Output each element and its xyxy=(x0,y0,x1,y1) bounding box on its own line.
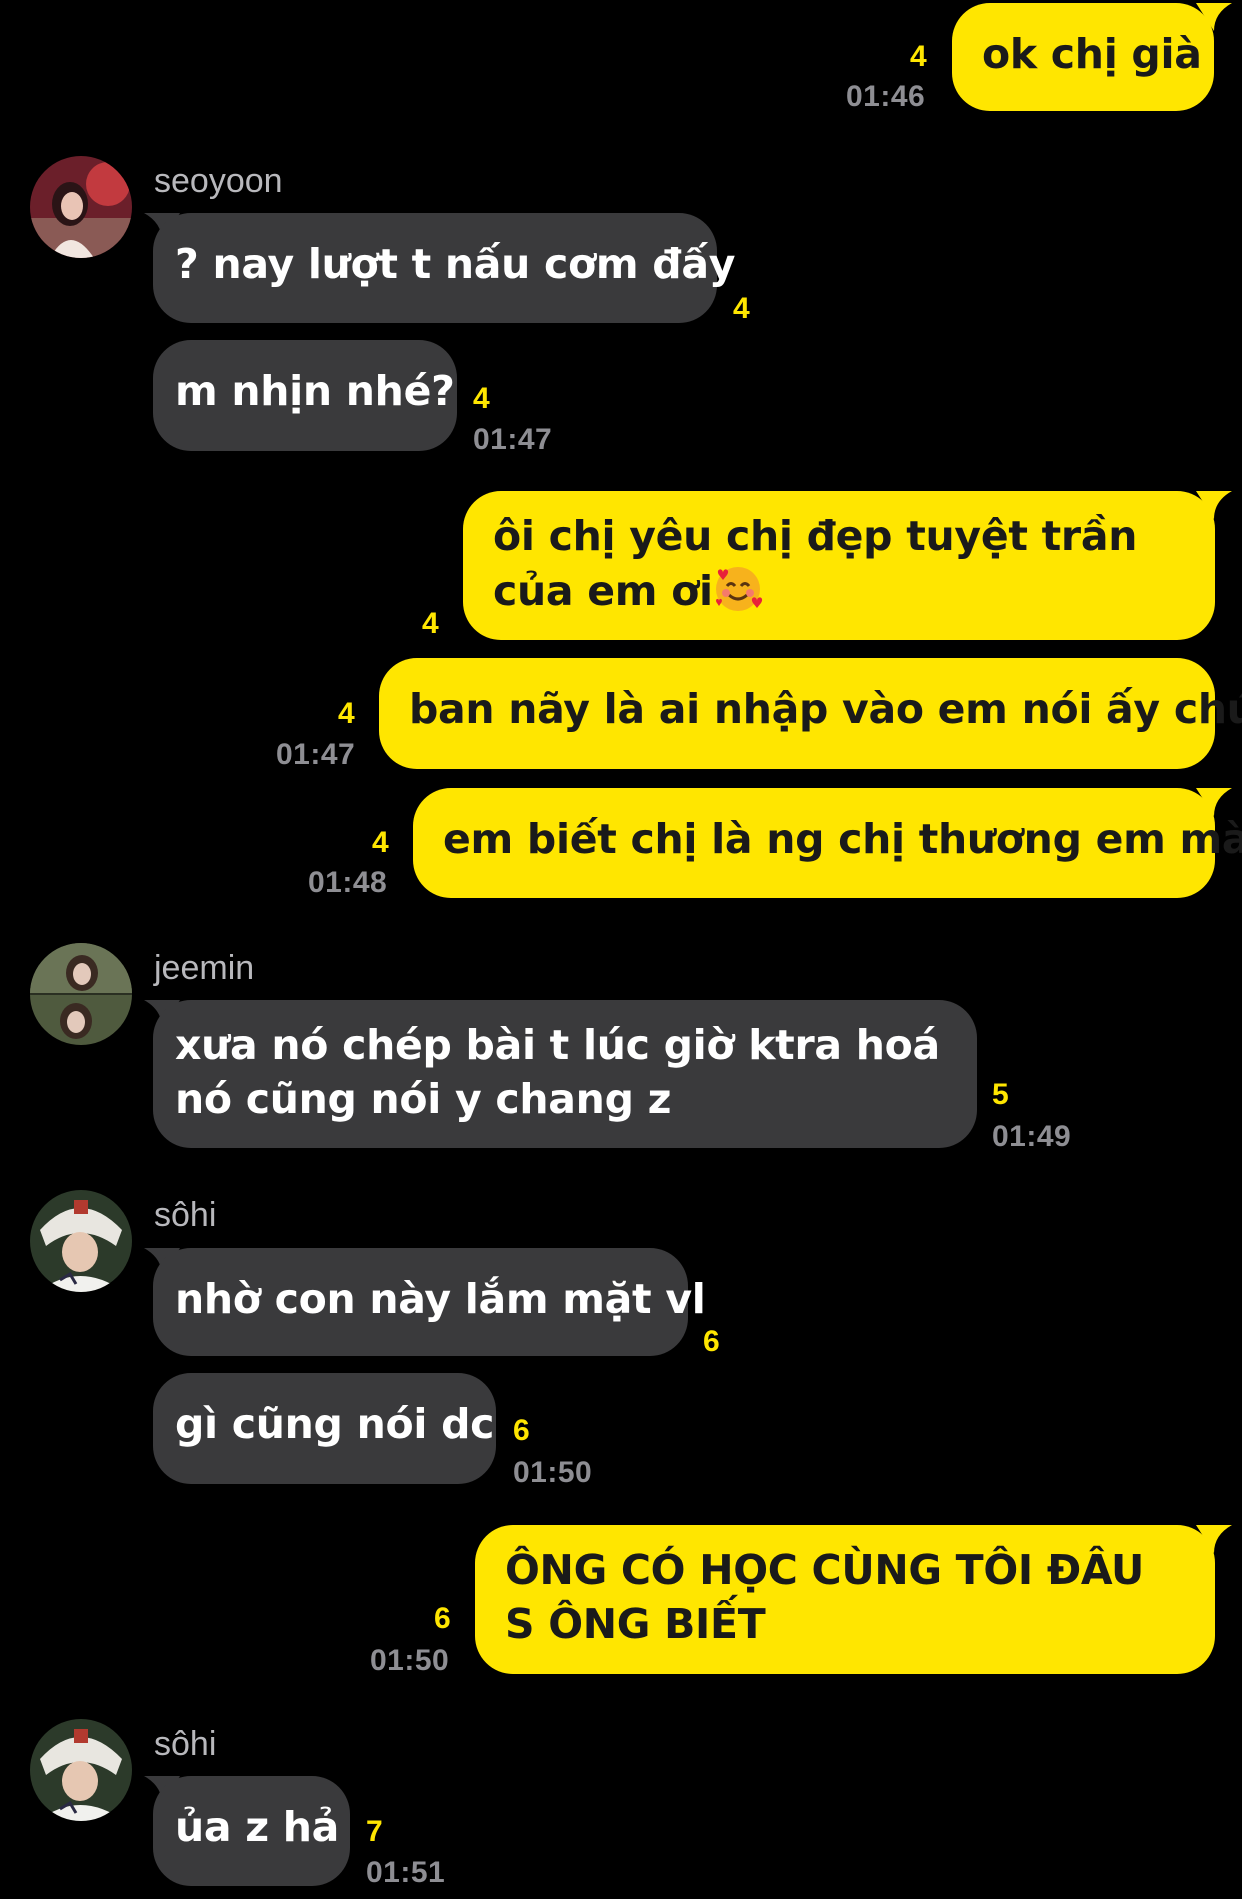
message-bubble-incoming[interactable]: ? nay lượt t nấu cơm đấy xyxy=(153,213,736,323)
unread-count: 6 xyxy=(434,1602,451,1635)
bubble-tail xyxy=(1196,491,1232,519)
unread-count: 4 xyxy=(910,40,927,73)
message-bubble-incoming[interactable]: nhờ con này lắm mặt vl xyxy=(153,1248,706,1356)
unread-count: 4 xyxy=(473,382,490,415)
message-timestamp: 01:47 xyxy=(276,738,356,771)
message-text: ok chị già xyxy=(982,30,1202,78)
message-bubble-outgoing[interactable]: ÔNG CÓ HỌC CÙNG TÔI ĐÂU S ÔNG BIẾT xyxy=(475,1525,1215,1674)
message-bubble-outgoing[interactable]: ôi chị yêu chị đẹp tuyệt trần của em ơi xyxy=(463,491,1215,640)
message-text: m nhịn nhé? xyxy=(175,367,455,415)
message-text: ? nay lượt t nấu cơm đấy xyxy=(175,240,736,288)
avatar-sohi[interactable] xyxy=(30,1719,132,1821)
message-text: gì cũng nói dc xyxy=(175,1400,495,1448)
message-text: em biết chị là ng chị thương em mà xyxy=(443,815,1242,863)
bubble-tail xyxy=(1196,1525,1232,1553)
message-bubble-incoming[interactable]: xưa nó chép bài t lúc giờ ktra hoá nó cũ… xyxy=(153,1000,977,1148)
message-timestamp: 01:49 xyxy=(992,1120,1072,1153)
avatar-jeemin[interactable] xyxy=(30,943,132,1045)
message-bubble-incoming[interactable]: ủa z hả xyxy=(153,1776,350,1886)
unread-count: 7 xyxy=(366,1815,383,1848)
message-timestamp: 01:50 xyxy=(370,1644,450,1677)
message-timestamp: 01:47 xyxy=(473,423,553,456)
smiling-face-with-hearts-icon xyxy=(715,567,762,611)
unread-count: 4 xyxy=(422,607,439,640)
message-timestamp: 01:48 xyxy=(308,866,388,899)
sender-name: jeemin xyxy=(154,949,255,987)
message-bubble-incoming[interactable]: m nhịn nhé? xyxy=(153,340,457,451)
unread-count: 4 xyxy=(372,826,389,859)
message-bubble-incoming[interactable]: gì cũng nói dc xyxy=(153,1373,496,1484)
message-bubble-outgoing[interactable]: ok chị già xyxy=(952,3,1214,111)
chat-thread[interactable]: ok chị già 4 01:46 seoyoon ? nay lượt t … xyxy=(0,0,1242,1899)
avatar-seoyoon[interactable] xyxy=(30,156,132,258)
unread-count: 5 xyxy=(992,1078,1009,1111)
avatar-sohi[interactable] xyxy=(30,1190,132,1292)
message-timestamp: 01:46 xyxy=(846,80,926,113)
bubble-tail xyxy=(1196,788,1232,816)
message-text: ủa z hả xyxy=(175,1803,340,1851)
message-text: ban nãy là ai nhập vào em nói ấy chứ xyxy=(409,685,1242,733)
bubble-tail xyxy=(1196,3,1232,31)
sender-name: seoyoon xyxy=(154,162,283,200)
message-text: xưa nó chép bài t lúc giờ ktra hoá nó cũ… xyxy=(175,1021,940,1123)
unread-count: 4 xyxy=(338,697,355,730)
sender-name: sôhi xyxy=(154,1725,217,1763)
sender-name: sôhi xyxy=(154,1196,217,1234)
message-text: ÔNG CÓ HỌC CÙNG TÔI ĐÂU S ÔNG BIẾT xyxy=(505,1546,1145,1648)
message-bubble-outgoing[interactable]: em biết chị là ng chị thương em mà xyxy=(413,788,1242,898)
unread-count: 6 xyxy=(703,1325,720,1358)
unread-count: 6 xyxy=(513,1414,530,1447)
message-timestamp: 01:50 xyxy=(513,1456,593,1489)
message-text: nhờ con này lắm mặt vl xyxy=(175,1275,706,1323)
message-bubble-outgoing[interactable]: ban nãy là ai nhập vào em nói ấy chứ xyxy=(379,658,1242,769)
message-timestamp: 01:51 xyxy=(366,1856,446,1889)
unread-count: 4 xyxy=(733,292,750,325)
message-text: ôi chị yêu chị đẹp tuyệt trần của em ơi xyxy=(493,512,1138,615)
